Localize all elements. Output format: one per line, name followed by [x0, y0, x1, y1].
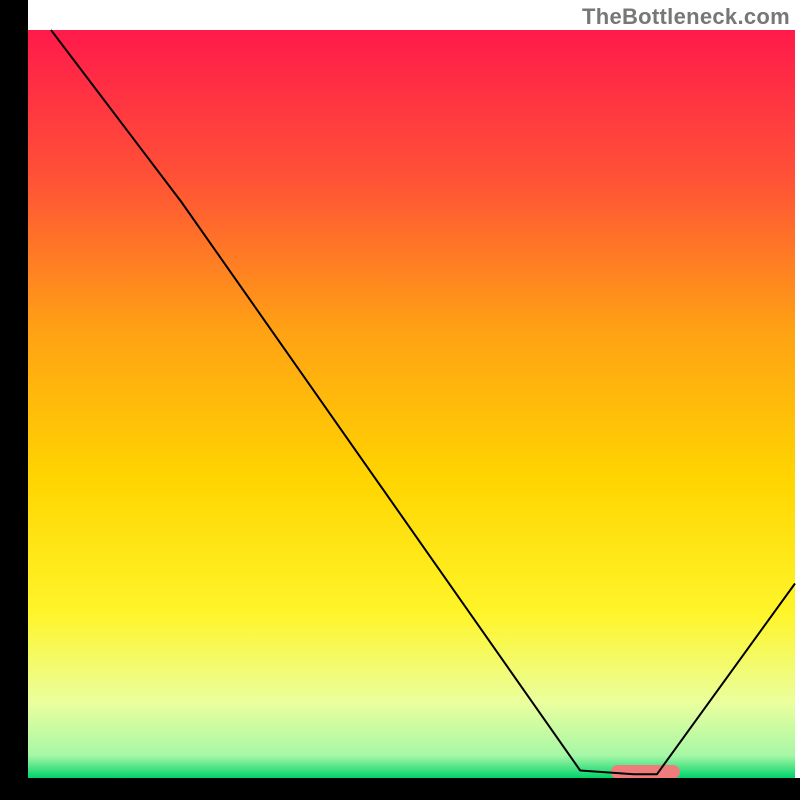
- bottleneck-chart: [0, 0, 800, 800]
- plot-background: [28, 30, 795, 778]
- watermark-text: TheBottleneck.com: [582, 4, 790, 30]
- optimal-range-marker: [611, 765, 680, 779]
- x-axis: [0, 778, 800, 800]
- chart-canvas: TheBottleneck.com: [0, 0, 800, 800]
- y-axis: [0, 0, 28, 800]
